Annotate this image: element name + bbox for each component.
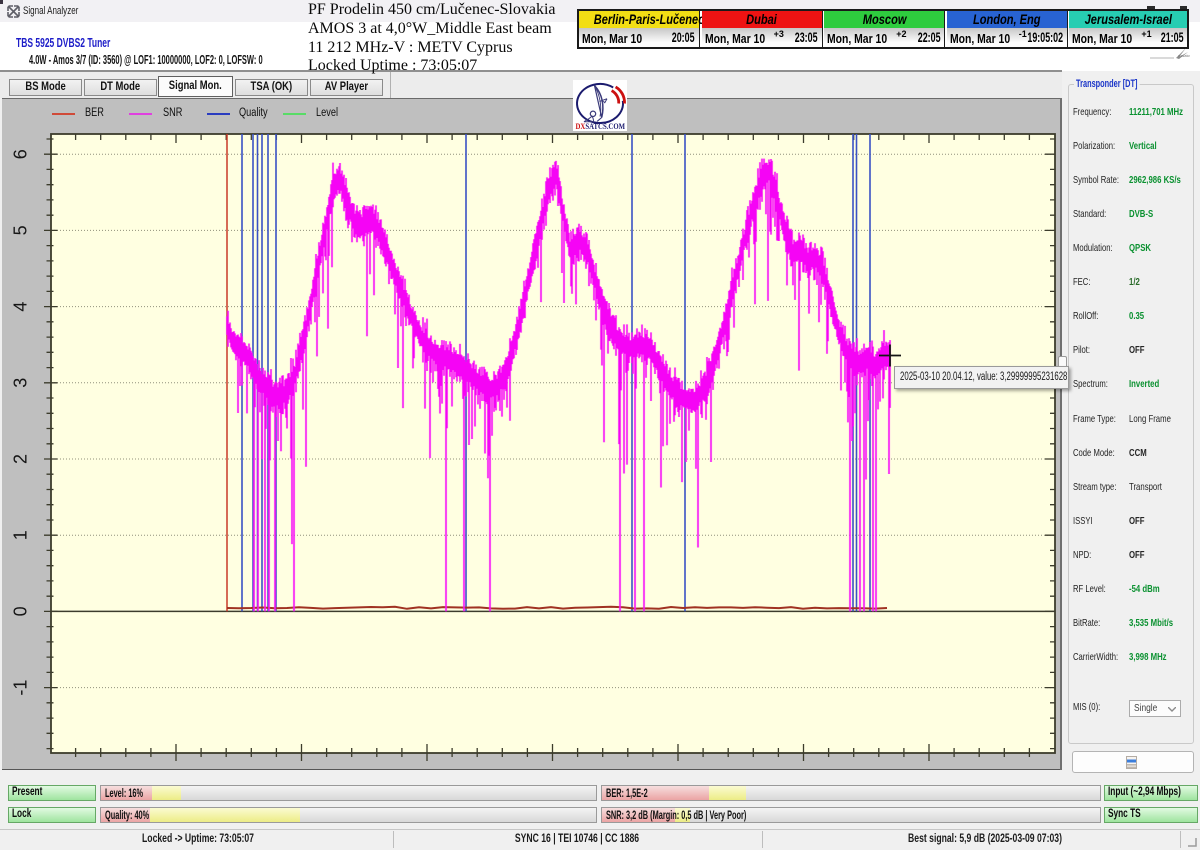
svg-text:5: 5: [11, 225, 31, 235]
svg-text:dxsatcs: dxsatcs: [1178, 53, 1190, 58]
svg-text:6: 6: [11, 149, 31, 159]
svg-text:DXSATCS.COM: DXSATCS.COM: [576, 121, 626, 131]
svg-text:0: 0: [11, 606, 31, 616]
svg-text:3: 3: [11, 378, 31, 388]
svg-text:1: 1: [11, 530, 31, 540]
svg-text:-1: -1: [11, 680, 31, 696]
svg-text:2: 2: [11, 454, 31, 464]
svg-text:4: 4: [11, 302, 31, 312]
